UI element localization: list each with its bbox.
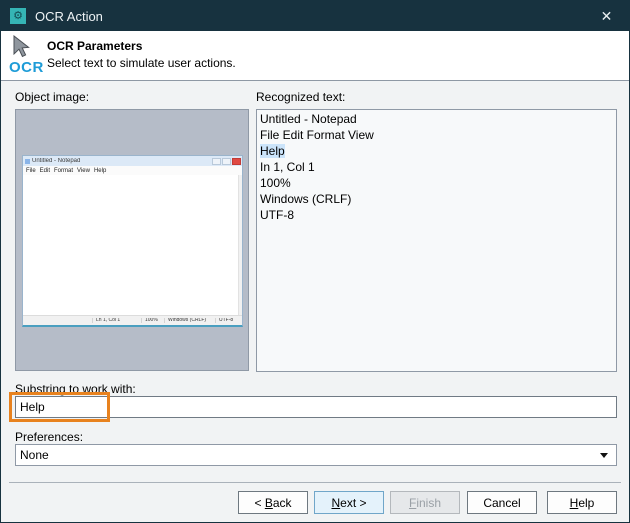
ocr-logo-text: OCR [9, 59, 44, 76]
label-part: ext > [340, 496, 366, 510]
label-mnemonic: F [409, 496, 416, 510]
label-mnemonic: H [570, 496, 579, 510]
list-item-text[interactable]: Windows (CRLF) [260, 192, 351, 206]
dialog-content: Object image: Untitled - Notepad File Ed… [1, 81, 629, 522]
cursor-icon [11, 35, 35, 61]
notepad-maximize-icon [222, 158, 231, 165]
list-item-text[interactable]: In 1, Col 1 [260, 160, 315, 174]
notepad-titlebar: Untitled - Notepad [23, 156, 242, 166]
preferences-select[interactable]: None [15, 444, 617, 466]
notepad-statusbar: Ln 1, Col 1 100% Windows (CRLF) UTF-8 [23, 315, 242, 325]
help-button[interactable]: Help [547, 491, 617, 514]
list-item-text[interactable]: Untitled - Notepad [260, 112, 357, 126]
titlebar[interactable]: ⚙ OCR Action ✕ [1, 1, 629, 31]
list-item-selected[interactable]: Help [260, 143, 613, 159]
list-item[interactable]: Untitled - Notepad [260, 111, 613, 127]
list-item-text[interactable]: File Edit Format View [260, 128, 374, 142]
notepad-screenshot: Untitled - Notepad File Edit Format View… [22, 155, 243, 327]
close-icon[interactable]: ✕ [584, 1, 629, 31]
list-item-text[interactable]: 100% [260, 176, 291, 190]
ocr-logo: OCR [9, 35, 49, 79]
label-part: elp [578, 496, 594, 510]
notepad-title: Untitled - Notepad [32, 158, 211, 164]
cancel-button[interactable]: Cancel [467, 491, 537, 514]
list-item[interactable]: In 1, Col 1 [260, 159, 613, 175]
notepad-app-icon [25, 159, 30, 164]
list-item-text[interactable]: Help [260, 144, 285, 158]
notepad-menu-view: View [77, 168, 90, 174]
next-button[interactable]: Next > [314, 491, 384, 514]
recognized-text-label: Recognized text: [256, 90, 345, 104]
notepad-status-encoding: UTF-8 [215, 318, 242, 323]
notepad-menu-format: Format [54, 168, 73, 174]
notepad-minimize-icon [212, 158, 221, 165]
list-item[interactable]: 100% [260, 175, 613, 191]
notepad-menu-file: File [26, 168, 36, 174]
notepad-menu-help: Help [94, 168, 106, 174]
page-subtitle: Select text to simulate user actions. [47, 56, 236, 70]
notepad-status-cursor-pos: Ln 1, Col 1 [92, 318, 141, 323]
gear-glyph: ⚙ [13, 11, 23, 22]
notepad-text-area [23, 175, 242, 315]
notepad-menubar: File Edit Format View Help [23, 166, 242, 175]
footer-divider [9, 482, 621, 483]
app-gear-icon: ⚙ [10, 8, 26, 24]
list-item[interactable]: UTF-8 [260, 207, 613, 223]
notepad-status-line-ending: Windows (CRLF) [164, 318, 215, 323]
recognized-text-list[interactable]: Untitled - Notepad File Edit Format View… [256, 109, 617, 372]
window-title: OCR Action [35, 9, 584, 24]
notepad-close-icon [232, 158, 241, 165]
label-mnemonic: B [265, 496, 273, 510]
substring-input[interactable] [15, 396, 617, 418]
substring-label: Substring to work with: [15, 382, 136, 396]
wizard-header: OCR OCR Parameters Select text to simula… [1, 31, 629, 81]
label-mnemonic: N [331, 496, 340, 510]
back-button[interactable]: < Back [238, 491, 308, 514]
ocr-action-dialog: ⚙ OCR Action ✕ OCR OCR Parameters Select… [0, 0, 630, 523]
preferences-label: Preferences: [15, 430, 83, 444]
object-image-panel: Untitled - Notepad File Edit Format View… [15, 109, 249, 371]
list-item[interactable]: Windows (CRLF) [260, 191, 613, 207]
notepad-scrollbar [238, 175, 242, 315]
chevron-down-icon [600, 453, 608, 458]
notepad-menu-edit: Edit [40, 168, 50, 174]
finish-button: Finish [390, 491, 460, 514]
list-item[interactable]: File Edit Format View [260, 127, 613, 143]
object-image-label: Object image: [15, 90, 89, 104]
page-title: OCR Parameters [47, 39, 142, 53]
label-part: Cancel [483, 496, 520, 510]
label-part: inish [416, 496, 441, 510]
label-part: < [254, 496, 264, 510]
list-item-text[interactable]: UTF-8 [260, 208, 294, 222]
notepad-status-zoom: 100% [141, 318, 164, 323]
label-part: ack [273, 496, 292, 510]
preferences-selected-value: None [16, 448, 600, 462]
